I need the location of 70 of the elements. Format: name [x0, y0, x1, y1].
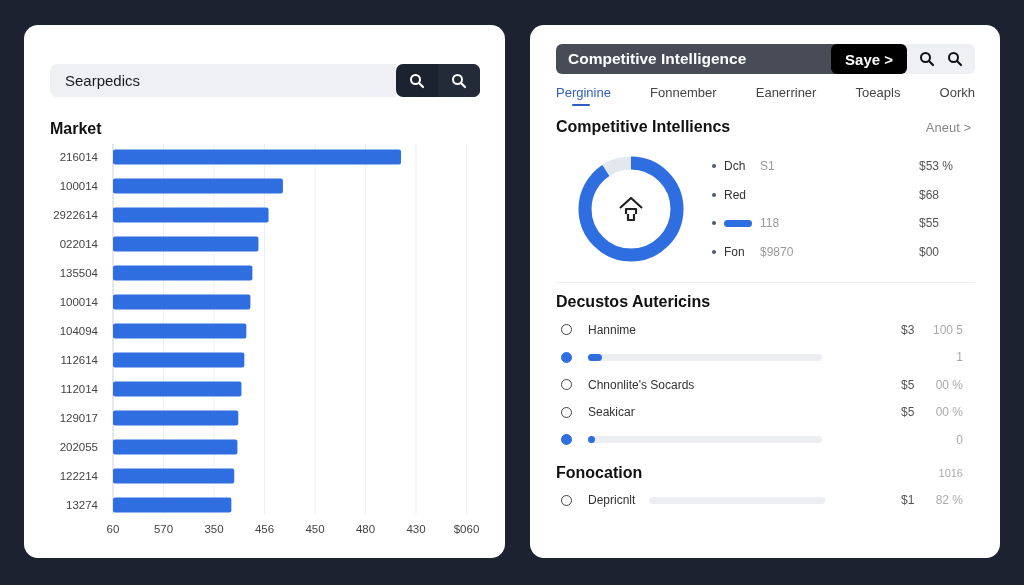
- legend-amount: $53 %: [919, 159, 955, 174]
- axis-label: 122214: [59, 470, 98, 482]
- search-icon: [451, 72, 467, 89]
- axis-label: 022014: [59, 238, 98, 250]
- amount-text: $5: [901, 377, 916, 392]
- axis-label: 2922614: [53, 209, 98, 221]
- chart-title: Market: [50, 120, 103, 138]
- search-icon[interactable]: [919, 51, 935, 67]
- legend-label: Red: [724, 187, 747, 202]
- option-label: Chnonlite's Socards: [588, 377, 695, 392]
- tab[interactable]: Perginine: [556, 82, 611, 106]
- option-label: Depricnlt: [588, 493, 636, 508]
- tab[interactable]: Toeapls: [855, 82, 901, 106]
- axis-label: 129017: [59, 412, 98, 424]
- legend-value: S1: [760, 159, 775, 174]
- axis-label: 216014: [59, 151, 98, 163]
- amount-text: $1: [901, 493, 916, 508]
- axis-label: $060: [453, 523, 480, 535]
- bullet-icon: [712, 249, 716, 254]
- bullet-icon: [712, 192, 716, 197]
- axis-label: 350: [204, 523, 224, 535]
- axis-label: 135504: [59, 267, 98, 279]
- amount-text: $5: [901, 405, 916, 420]
- section-title: Fonocation: [556, 463, 643, 482]
- legend-label: Dch: [724, 159, 747, 174]
- axis-label: 456: [254, 523, 275, 535]
- legend-label: Fon: [724, 244, 746, 259]
- tab[interactable]: Fonnember: [650, 82, 717, 106]
- search-field[interactable]: Searpedics: [50, 64, 396, 97]
- section-title: Competitive Intelliencs: [556, 118, 731, 136]
- section-count: 1016: [938, 466, 963, 479]
- axis-label: 100014: [59, 296, 98, 308]
- legend-bar: [724, 219, 752, 227]
- bullet-icon: [712, 221, 716, 226]
- save-button[interactable]: Saye >: [831, 44, 907, 74]
- legend-value: 118: [760, 216, 780, 231]
- search-icon: [409, 72, 425, 89]
- section-title: Decustos Autericins: [556, 293, 711, 311]
- axis-label: 450: [305, 523, 325, 535]
- percent-text: 82 %: [934, 493, 963, 508]
- legend-amount: $55: [919, 216, 941, 231]
- about-link[interactable]: Aneut >: [925, 119, 971, 135]
- legend-amount: $00: [919, 244, 941, 259]
- option-label: Hannime: [588, 322, 637, 337]
- option-label: Seakicar: [588, 405, 635, 420]
- axis-label: 104094: [59, 325, 98, 337]
- percent-text: 0: [955, 432, 963, 447]
- axis-label: 430: [406, 523, 426, 535]
- axis-label: 13274: [66, 499, 98, 511]
- axis-label: 112014: [60, 383, 98, 395]
- percent-text: 100 5: [931, 322, 963, 337]
- percent-text: 00 %: [934, 377, 963, 392]
- search-button[interactable]: [438, 64, 480, 97]
- search-icon[interactable]: [947, 51, 963, 67]
- radio-button[interactable]: [561, 351, 572, 363]
- axis-label: 112614: [60, 354, 98, 366]
- legend-value: $9870: [760, 244, 794, 259]
- tab[interactable]: Oorkh: [939, 82, 975, 106]
- axis-label: 570: [153, 523, 174, 535]
- tab[interactable]: Eanerriner: [755, 82, 817, 106]
- axis-label: 202055: [59, 441, 98, 453]
- radio-button[interactable]: [561, 434, 572, 446]
- bullet-icon: [712, 164, 716, 169]
- legend-amount: $68: [919, 187, 941, 202]
- axis-label: 100014: [59, 180, 98, 192]
- axis-label: 60: [106, 523, 120, 535]
- amount-text: $3: [901, 322, 916, 337]
- percent-text: 1: [955, 350, 963, 365]
- percent-text: 00 %: [934, 405, 963, 420]
- axis-label: 480: [355, 523, 376, 535]
